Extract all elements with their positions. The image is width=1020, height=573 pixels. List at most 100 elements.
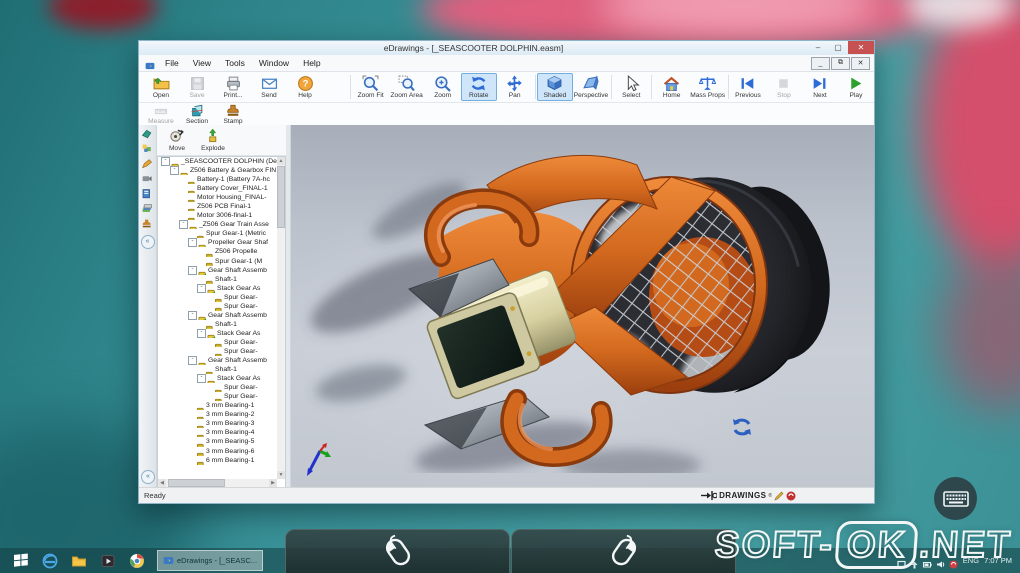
tree-item[interactable]: Spur Gear- (158, 383, 277, 392)
tree-item[interactable]: Battery Cover_FINAL-1 (158, 184, 277, 193)
zoom-area-button[interactable]: Zoom Area (389, 73, 425, 101)
move-button[interactable]: Move (159, 126, 195, 154)
menu-window[interactable]: Window (252, 56, 296, 70)
tree-toggle[interactable]: - (197, 374, 206, 383)
stamp-tab-icon[interactable] (141, 218, 154, 231)
menu-help[interactable]: Help (296, 56, 327, 70)
documents-tab-icon[interactable] (141, 188, 154, 201)
tree-item[interactable]: 3 mm Bearing-2 (158, 410, 277, 419)
tree-item[interactable]: -Stack Gear As (158, 329, 277, 338)
tree-item[interactable]: Spur Gear- (158, 347, 277, 356)
tree-vertical-scrollbar[interactable]: ▲ ▼ (277, 157, 285, 479)
tree-horizontal-scrollbar[interactable]: ◀ ▶ (158, 479, 277, 487)
tree-item[interactable]: -Z506 Battery & Gearbox FIN (158, 166, 277, 175)
tree-item[interactable]: 3 mm Bearing-1 (158, 401, 277, 410)
media-player-icon[interactable] (100, 553, 116, 569)
select-button[interactable]: Select (613, 73, 649, 101)
tree-item[interactable]: Motor 3006-final-1 (158, 211, 277, 220)
shaded-button[interactable]: Shaded (537, 73, 573, 101)
zoom-fit-button[interactable]: Zoom Fit (353, 73, 389, 101)
pan-button[interactable]: Pan (497, 73, 533, 101)
next-button[interactable]: Next (802, 73, 838, 101)
child-close-button[interactable]: ✕ (851, 57, 870, 70)
tree-item[interactable]: -Gear Shaft Assemb (158, 311, 277, 320)
previous-button[interactable]: Previous (730, 73, 766, 101)
tree-item[interactable]: Shaft-1 (158, 365, 277, 374)
tree-toggle[interactable]: - (197, 329, 206, 338)
tree-item[interactable]: Z506 Propelle (158, 247, 277, 256)
tree-item[interactable]: Battery-1 (Battery 7A-hc (158, 175, 277, 184)
collapse-panel-button[interactable]: « (141, 235, 155, 249)
minimize-button[interactable]: – (808, 41, 828, 54)
explode-button[interactable]: Explode (195, 126, 231, 154)
tree-item[interactable]: Shaft-1 (158, 275, 277, 284)
start-icon[interactable] (13, 553, 29, 569)
collapse-panel-button-bottom[interactable]: « (141, 470, 155, 484)
titlebar[interactable]: eDrawings - [_SEASCOOTER DOLPHIN.easm] –… (139, 41, 874, 55)
tree-toggle[interactable]: - (179, 220, 188, 229)
child-minimize-button[interactable]: _ (811, 57, 830, 70)
tree-item[interactable]: 6 mm Bearing-1 (158, 456, 277, 465)
horizontal-scroll-thumb[interactable] (168, 479, 225, 487)
tree-item[interactable]: Spur Gear- (158, 293, 277, 302)
child-restore-button[interactable]: ⧉ (831, 57, 850, 70)
print-button[interactable]: Print... (215, 73, 251, 101)
tree-toggle[interactable]: - (188, 311, 197, 320)
menu-tools[interactable]: Tools (218, 56, 252, 70)
tree-toggle[interactable]: - (161, 157, 170, 166)
perspective-button[interactable]: Perspective (573, 73, 609, 101)
tree-item[interactable]: -_Z506 Gear Train Asse (158, 220, 277, 229)
keyboard-overlay-button[interactable] (934, 477, 977, 520)
tree-item[interactable]: Shaft-1 (158, 320, 277, 329)
maximize-button[interactable]: ▢ (828, 41, 848, 54)
tree-toggle[interactable]: - (197, 284, 206, 293)
internet-explorer-icon[interactable] (42, 553, 58, 569)
tree-toggle[interactable]: - (170, 166, 179, 175)
tree-item[interactable]: -Stack Gear As (158, 284, 277, 293)
tree-item[interactable]: 3 mm Bearing-5 (158, 437, 277, 446)
scroll-left-button[interactable]: ◀ (158, 479, 166, 487)
section-button[interactable]: Section (179, 104, 215, 124)
tree-toggle[interactable]: - (188, 266, 197, 275)
stamp-button[interactable]: Stamp (215, 104, 251, 124)
tree-item[interactable]: Z506 PCB Final-1 (158, 202, 277, 211)
camera-tab-icon[interactable] (141, 173, 154, 186)
help-button[interactable]: ?Help (287, 73, 323, 101)
tree-item[interactable]: Spur Gear-1 (M (158, 257, 277, 266)
open-button[interactable]: Open (143, 73, 179, 101)
tree-item[interactable]: -Propeller Gear Shaf (158, 238, 277, 247)
markup-tab-icon[interactable] (141, 143, 154, 156)
scroll-down-button[interactable]: ▼ (277, 471, 285, 479)
tree-item[interactable]: Spur Gear- (158, 392, 277, 401)
tree-item[interactable]: -Stack Gear As (158, 374, 277, 383)
tree-item[interactable]: 3 mm Bearing-3 (158, 419, 277, 428)
taskbar-app-button[interactable]: eDrawings - [_SEASC... (157, 550, 263, 571)
tree-item[interactable]: -_SEASCOOTER DOLPHIN (De (158, 157, 277, 166)
tree-toggle[interactable]: - (188, 356, 197, 365)
chrome-icon[interactable] (129, 553, 145, 569)
rotate-button[interactable]: Rotate (461, 73, 497, 101)
home-button[interactable]: Home (654, 73, 690, 101)
tree-item[interactable]: Spur Gear- (158, 338, 277, 347)
pencil-tab-icon[interactable] (141, 158, 154, 171)
tree-item[interactable]: Motor Housing_FINAL- (158, 193, 277, 202)
tree-item[interactable]: Spur Gear- (158, 302, 277, 311)
tree-item[interactable]: 3 mm Bearing-4 (158, 428, 277, 437)
layers-tab-icon[interactable] (141, 203, 154, 216)
model-viewport[interactable] (291, 125, 874, 488)
tree-item[interactable]: -Gear Shaft Assemb (158, 356, 277, 365)
scroll-up-button[interactable]: ▲ (277, 157, 285, 165)
menu-view[interactable]: View (186, 56, 218, 70)
zoom-button[interactable]: Zoom (425, 73, 461, 101)
tree-item[interactable]: -Gear Shaft Assemb (158, 266, 277, 275)
scroll-right-button[interactable]: ▶ (269, 479, 277, 487)
folder-icon[interactable] (71, 553, 87, 569)
close-button[interactable]: ✕ (848, 41, 874, 54)
components-tab-icon[interactable] (141, 128, 154, 141)
send-button[interactable]: Send (251, 73, 287, 101)
tree-toggle[interactable]: - (188, 238, 197, 247)
play-button[interactable]: Play (838, 73, 874, 101)
mass-props-button[interactable]: Mass Props (690, 73, 726, 101)
tree-item[interactable]: 3 mm Bearing-6 (158, 447, 277, 456)
menu-file[interactable]: File (158, 56, 186, 70)
